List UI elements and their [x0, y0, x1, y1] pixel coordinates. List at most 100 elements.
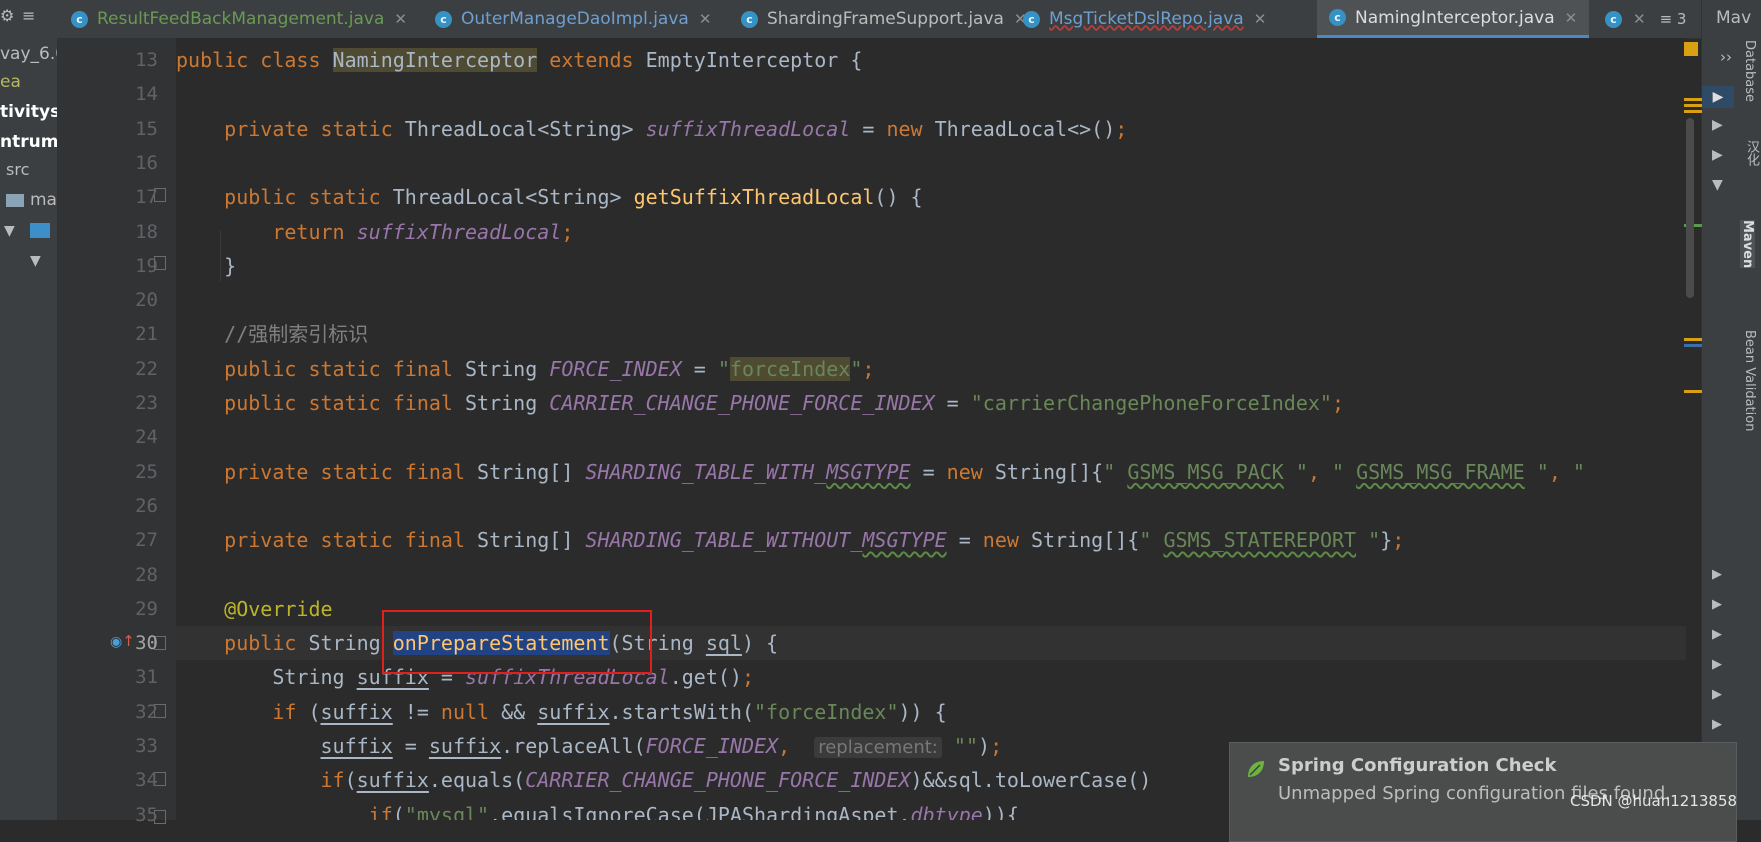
folder-icon: [6, 193, 24, 207]
run-arrow-icon[interactable]: ▶: [1712, 567, 1722, 582]
line-number: 24: [135, 426, 158, 449]
gear-icon[interactable]: ⚙: [0, 6, 14, 25]
tab-shardingframesupport[interactable]: c ShardingFrameSupport.java ✕: [741, 0, 1027, 38]
class-icon: c: [1023, 10, 1040, 28]
project-tree-item[interactable]: ▼: [4, 220, 51, 240]
code-line[interactable]: private static final String[] SHARDING_T…: [176, 455, 1585, 489]
line-number: 21: [135, 323, 158, 346]
line-number: 25: [135, 460, 158, 483]
run-arrow-icon[interactable]: ▶: [1712, 147, 1723, 163]
maven-tool-label[interactable]: Mav: [1716, 8, 1751, 28]
code-line[interactable]: public static final String FORCE_INDEX =…: [176, 352, 874, 386]
project-tree-item[interactable]: ea: [0, 72, 21, 92]
class-icon: c: [1605, 10, 1622, 28]
run-arrow-icon[interactable]: ▶: [1712, 717, 1722, 732]
run-arrow-icon[interactable]: ▶: [1712, 597, 1722, 612]
expand-icon[interactable]: ››: [1720, 48, 1732, 66]
expand-arrow-icon[interactable]: ▼: [30, 253, 41, 269]
project-panel: ⚙ ≡ vay_6.0 ea tivityse ntrum src ma ▼ ▼: [0, 0, 58, 820]
right-tool-stripe: Mav ›› Database 汉化 Maven Bean Validation…: [1701, 0, 1761, 820]
line-number: 15: [135, 117, 158, 140]
line-number: 16: [135, 151, 158, 174]
folder-icon: [30, 222, 51, 238]
indent-guide: [220, 230, 221, 282]
code-line[interactable]: //强制索引标识: [176, 317, 368, 351]
tab-label: OuterManageDaoImpl.java: [461, 9, 689, 29]
line-number: 13: [135, 49, 158, 71]
tab-list-icon[interactable]: ≡ 3: [1660, 10, 1687, 28]
code-line[interactable]: public static final String CARRIER_CHANG…: [176, 386, 1344, 420]
tab-overflow[interactable]: c ✕ ≡ 3: [1605, 0, 1686, 38]
marker[interactable]: [1684, 390, 1702, 393]
tab-naminginterceptor[interactable]: c NamingInterceptor.java ✕: [1317, 0, 1590, 38]
close-icon[interactable]: ✕: [699, 10, 712, 28]
project-tree-item[interactable]: vay_6.0: [0, 44, 57, 64]
editor-gutter[interactable]: ◉↑ 13 14 15 16 17 18 19 20 21 22 23 24 25 26 27 28 29 30 3…: [58, 38, 176, 826]
notification-title: Spring Configuration Check: [1278, 755, 1557, 776]
project-tree-item[interactable]: src: [6, 160, 29, 179]
line-number: 14: [135, 83, 158, 106]
class-icon: c: [741, 10, 758, 28]
marker[interactable]: [1684, 104, 1702, 107]
close-icon[interactable]: ✕: [394, 10, 407, 28]
line-number: 17: [135, 186, 158, 209]
marker[interactable]: [1684, 98, 1702, 101]
line-number: 18: [135, 220, 158, 243]
hanhua-tool-tab[interactable]: 汉化: [1742, 140, 1761, 166]
tab-label: NamingInterceptor.java: [1355, 7, 1555, 28]
line-number: 33: [135, 735, 158, 757]
run-arrow-icon[interactable]: ▶: [1712, 627, 1722, 642]
tab-msgticketdslrepo[interactable]: c MsgTicketDslRepo.java ✕: [1023, 0, 1266, 38]
marker[interactable]: [1684, 338, 1702, 341]
database-tool-tab[interactable]: Database: [1742, 40, 1757, 102]
line-number: 23: [135, 392, 158, 414]
line-number: 27: [135, 529, 158, 552]
marker[interactable]: [1684, 110, 1702, 113]
run-arrow-icon[interactable]: ▶: [1702, 86, 1734, 108]
close-icon[interactable]: ✕: [1565, 9, 1578, 27]
project-tree-item[interactable]: tivityse: [0, 102, 57, 122]
spring-leaf-icon: [1248, 761, 1264, 777]
run-arrow-icon[interactable]: ▶: [1712, 117, 1723, 133]
project-tree-item[interactable]: ▼: [30, 250, 41, 270]
line-number: 34: [135, 769, 158, 792]
bean-validation-tool-tab[interactable]: Bean Validation: [1742, 330, 1757, 431]
collapse-icon[interactable]: ≡: [22, 6, 35, 25]
code-line[interactable]: @Override: [176, 592, 332, 626]
project-tree-item[interactable]: ma: [6, 190, 57, 210]
code-line[interactable]: public static ThreadLocal<String> getSuf…: [176, 180, 922, 214]
close-icon[interactable]: ✕: [1633, 10, 1646, 28]
code-line[interactable]: suffix = suffix.replaceAll(FORCE_INDEX, …: [176, 729, 1002, 763]
tab-outermanagedaoimpl[interactable]: c OuterManageDaoImpl.java ✕: [435, 0, 711, 38]
tab-resultfeedbackmanagement[interactable]: c ResultFeedBackManagement.java ✕: [71, 0, 407, 38]
code-line[interactable]: private static final String[] SHARDING_T…: [176, 523, 1404, 557]
close-icon[interactable]: ✕: [1254, 10, 1267, 28]
expand-arrow-icon[interactable]: ▼: [4, 223, 15, 239]
code-line[interactable]: if(suffix.equals(CARRIER_CHANGE_PHONE_FO…: [176, 763, 1152, 797]
code-line[interactable]: return suffixThreadLocal;: [176, 215, 573, 249]
run-arrow-icon[interactable]: ▶: [1712, 687, 1722, 702]
code-line[interactable]: private static ThreadLocal<String> suffi…: [176, 112, 1127, 146]
code-line[interactable]: }: [176, 249, 236, 283]
line-number: 29: [135, 597, 158, 620]
line-number: 31: [135, 666, 158, 689]
tab-label: ResultFeedBackManagement.java: [97, 9, 385, 29]
code-line[interactable]: public class NamingInterceptor extends E…: [176, 43, 862, 77]
tab-label: MsgTicketDslRepo.java: [1049, 9, 1244, 29]
maven-tool-tab[interactable]: Maven: [1740, 220, 1755, 269]
marker[interactable]: [1684, 344, 1702, 347]
code-line[interactable]: if("mysql".equalsIgnoreCase(JPAShardingA…: [176, 798, 1019, 820]
highlight-annotation-box: [382, 610, 652, 674]
code-line[interactable]: if (suffix != null && suffix.startsWith(…: [176, 695, 946, 729]
code-editor[interactable]: public class NamingInterceptor extends E…: [176, 38, 1686, 820]
expand-arrow-icon[interactable]: ▼: [1712, 177, 1723, 193]
warning-indicator-icon[interactable]: [1684, 42, 1698, 56]
line-number: 35: [135, 803, 158, 826]
watermark: CSDN @huan1213858: [1570, 792, 1738, 810]
error-stripe[interactable]: [1680, 38, 1702, 820]
line-number: 26: [135, 494, 158, 517]
class-icon: c: [71, 10, 88, 28]
run-arrow-icon[interactable]: ▶: [1712, 657, 1722, 672]
project-tree-item[interactable]: ntrum: [0, 132, 57, 152]
scrollbar-thumb[interactable]: [1686, 118, 1694, 298]
